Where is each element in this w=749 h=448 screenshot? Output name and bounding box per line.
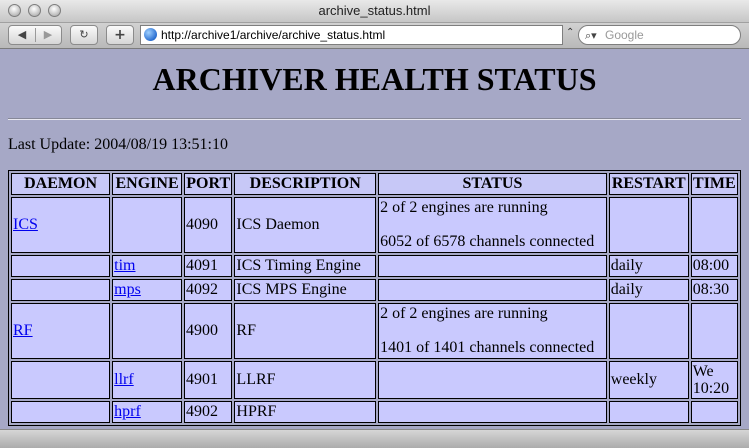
engine-cell: hprf bbox=[112, 401, 182, 423]
time-cell bbox=[690, 197, 738, 253]
header-time: TIME bbox=[690, 173, 738, 195]
status-cell: 2 of 2 engines are running 1401 of 1401 … bbox=[378, 303, 607, 359]
header-status: STATUS bbox=[378, 173, 607, 195]
header-description: DESCRIPTION bbox=[234, 173, 377, 195]
restart-cell bbox=[608, 197, 689, 253]
daemon-cell bbox=[11, 255, 111, 277]
port-cell: 4901 bbox=[183, 361, 233, 399]
engine-link-hprf[interactable]: hprf bbox=[114, 403, 141, 420]
table-row: RF 4900 RF 2 of 2 engines are running 14… bbox=[11, 303, 738, 359]
restart-cell bbox=[608, 303, 689, 359]
restart-cell: weekly bbox=[608, 361, 689, 399]
table-row: hprf 4902 HPRF bbox=[11, 401, 738, 423]
search-icon: ⌕▾ bbox=[585, 29, 597, 42]
window-bottom-edge bbox=[0, 429, 749, 448]
engine-link-tim[interactable]: tim bbox=[114, 257, 135, 274]
address-dropdown-icon[interactable]: ⌃ bbox=[566, 27, 574, 38]
port-cell: 4902 bbox=[183, 401, 233, 423]
engine-cell: mps bbox=[112, 279, 182, 301]
port-cell: 4091 bbox=[183, 255, 233, 277]
daemon-link-rf[interactable]: RF bbox=[13, 322, 33, 339]
window-title: archive_status.html bbox=[318, 3, 431, 18]
header-daemon: DAEMON bbox=[11, 173, 111, 195]
restart-cell: daily bbox=[608, 279, 689, 301]
description-cell: ICS MPS Engine bbox=[234, 279, 377, 301]
port-cell: 4900 bbox=[183, 303, 233, 359]
header-restart: RESTART bbox=[608, 173, 689, 195]
daemon-cell: ICS bbox=[11, 197, 111, 253]
engine-link-mps[interactable]: mps bbox=[114, 281, 141, 298]
engine-cell: tim bbox=[112, 255, 182, 277]
port-cell: 4090 bbox=[183, 197, 233, 253]
time-cell bbox=[690, 303, 738, 359]
time-cell bbox=[690, 401, 738, 423]
back-forward-control: ◀ ▶ bbox=[8, 25, 62, 45]
address-url: http://archive1/archive/archive_status.h… bbox=[161, 28, 386, 42]
engine-link-llrf[interactable]: llrf bbox=[114, 371, 134, 388]
restart-cell: daily bbox=[608, 255, 689, 277]
back-forward-divider bbox=[35, 28, 36, 42]
status-cell bbox=[378, 401, 607, 423]
status-channels-text: 6052 of 6578 channels connected bbox=[380, 233, 595, 250]
description-cell: HPRF bbox=[234, 401, 377, 423]
search-placeholder: Google bbox=[605, 28, 644, 42]
page-title: ARCHIVER HEALTH STATUS bbox=[152, 61, 597, 97]
table-row: tim 4091 ICS Timing Engine daily 08:00 bbox=[11, 255, 738, 277]
table-row: mps 4092 ICS MPS Engine daily 08:30 bbox=[11, 279, 738, 301]
back-arrow-icon[interactable]: ◀ bbox=[9, 26, 35, 44]
header-engine: ENGINE bbox=[112, 173, 182, 195]
header-port: PORT bbox=[183, 173, 233, 195]
daemon-cell bbox=[11, 361, 111, 399]
daemon-cell bbox=[11, 401, 111, 423]
page-content: ARCHIVER HEALTH STATUS Last Update: 2004… bbox=[0, 49, 749, 429]
table-row: llrf 4901 LLRF weekly We 10:20 bbox=[11, 361, 738, 399]
add-bookmark-button[interactable]: + bbox=[106, 25, 134, 45]
horizontal-rule bbox=[8, 118, 741, 120]
description-cell: LLRF bbox=[234, 361, 377, 399]
restart-cell bbox=[608, 401, 689, 423]
engine-cell bbox=[112, 197, 182, 253]
status-channels-text: 1401 of 1401 channels connected bbox=[380, 339, 595, 356]
status-cell: 2 of 2 engines are running 6052 of 6578 … bbox=[378, 197, 607, 253]
globe-icon bbox=[144, 28, 157, 41]
description-cell: ICS Daemon bbox=[234, 197, 377, 253]
status-table: DAEMON ENGINE PORT DESCRIPTION STATUS RE… bbox=[8, 170, 741, 426]
status-engines-text: 2 of 2 engines are running bbox=[380, 305, 548, 322]
description-cell: RF bbox=[234, 303, 377, 359]
forward-arrow-icon[interactable]: ▶ bbox=[35, 26, 61, 44]
reload-icon: ↻ bbox=[79, 28, 89, 41]
table-header-row: DAEMON ENGINE PORT DESCRIPTION STATUS RE… bbox=[11, 173, 738, 195]
status-cell bbox=[378, 279, 607, 301]
last-update: Last Update: 2004/08/19 13:51:10 bbox=[8, 136, 228, 153]
engine-cell: llrf bbox=[112, 361, 182, 399]
engine-cell bbox=[112, 303, 182, 359]
address-bar[interactable]: http://archive1/archive/archive_status.h… bbox=[140, 25, 563, 45]
status-cell bbox=[378, 361, 607, 399]
port-cell: 4092 bbox=[183, 279, 233, 301]
reload-button[interactable]: ↻ bbox=[70, 25, 98, 45]
browser-window: archive_status.html ◀ ▶ ↻ + http://archiv… bbox=[0, 0, 749, 448]
status-cell bbox=[378, 255, 607, 277]
table-row: ICS 4090 ICS Daemon 2 of 2 engines are r… bbox=[11, 197, 738, 253]
plus-icon: + bbox=[114, 27, 126, 43]
title-bar: archive_status.html bbox=[0, 0, 749, 23]
time-cell: 08:00 bbox=[690, 255, 738, 277]
status-engines-text: 2 of 2 engines are running bbox=[380, 199, 548, 216]
browser-toolbar: ◀ ▶ ↻ + http://archive1/archive/archive_s… bbox=[0, 23, 749, 49]
daemon-cell: RF bbox=[11, 303, 111, 359]
time-cell: We 10:20 bbox=[690, 361, 738, 399]
description-cell: ICS Timing Engine bbox=[234, 255, 377, 277]
daemon-link-ics[interactable]: ICS bbox=[13, 216, 38, 233]
search-field[interactable]: ⌕▾ Google bbox=[578, 25, 741, 45]
daemon-cell bbox=[11, 279, 111, 301]
time-cell: 08:30 bbox=[690, 279, 738, 301]
